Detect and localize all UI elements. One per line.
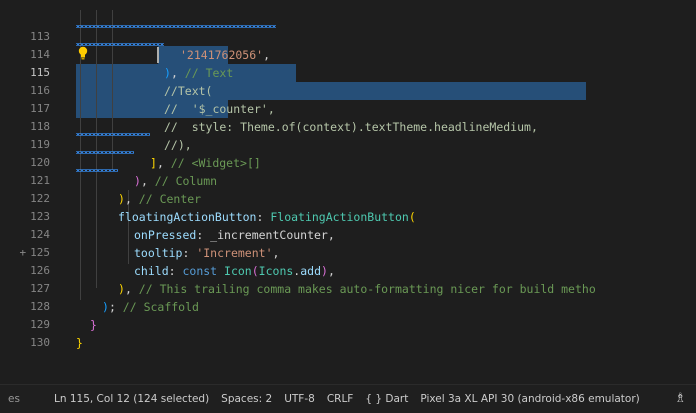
code-line[interactable]: 130 bbox=[0, 316, 696, 349]
line-number: 130 bbox=[30, 336, 50, 349]
code-line[interactable]: 129 } bbox=[0, 298, 696, 350]
code-line[interactable]: 128 } bbox=[0, 280, 696, 332]
text-cursor bbox=[157, 47, 159, 63]
code-line[interactable]: 117 // style: Theme.of(context).textThem… bbox=[0, 82, 696, 134]
code-line[interactable]: +125 child: const Icon(Icons.add), bbox=[0, 226, 696, 278]
status-bar: es Ln 115, Col 12 (124 selected) Spaces:… bbox=[0, 384, 696, 413]
person-feedback-icon[interactable]: ♗ bbox=[674, 391, 686, 406]
code-text: } bbox=[76, 336, 83, 350]
encoding[interactable]: UTF-8 bbox=[284, 393, 315, 405]
end-of-line[interactable]: CRLF bbox=[327, 393, 354, 405]
code-line[interactable]: 127 ); // Scaffold bbox=[0, 262, 696, 314]
code-line[interactable]: 123 onPressed: _incrementCounter, bbox=[0, 190, 696, 242]
cursor-position[interactable]: Ln 115, Col 12 (124 selected) bbox=[54, 393, 209, 405]
info-squiggle bbox=[76, 133, 150, 136]
lightbulb-icon[interactable] bbox=[78, 46, 88, 60]
info-squiggle bbox=[76, 169, 118, 172]
language-mode[interactable]: { } Dart bbox=[365, 393, 408, 405]
device-selector[interactable]: Pixel 3a XL API 30 (android-x86 emulator… bbox=[420, 393, 639, 405]
status-items: Ln 115, Col 12 (124 selected) Spaces: 2 … bbox=[54, 393, 652, 405]
info-squiggle bbox=[76, 43, 164, 46]
code-line[interactable]: 124 tooltip: 'Increment', bbox=[0, 208, 696, 260]
info-squiggle bbox=[76, 25, 276, 28]
indentation[interactable]: Spaces: 2 bbox=[221, 393, 272, 405]
code-line[interactable]: 122 floatingActionButton: FloatingAction… bbox=[0, 172, 696, 224]
code-line[interactable]: 118 //), bbox=[0, 100, 696, 152]
code-line-active[interactable]: 115 //Text( bbox=[0, 46, 696, 98]
code-editor[interactable]: 113 '2141762056', 114 ), // Text 115 //T… bbox=[0, 0, 696, 384]
code-line[interactable]: 116 // '$_counter', bbox=[0, 64, 696, 116]
status-left-fragment[interactable]: es bbox=[8, 393, 20, 405]
info-squiggle bbox=[76, 151, 134, 154]
code-line[interactable]: 126 ), // This trailing comma makes auto… bbox=[0, 244, 696, 296]
braces-icon: { } bbox=[365, 393, 383, 405]
